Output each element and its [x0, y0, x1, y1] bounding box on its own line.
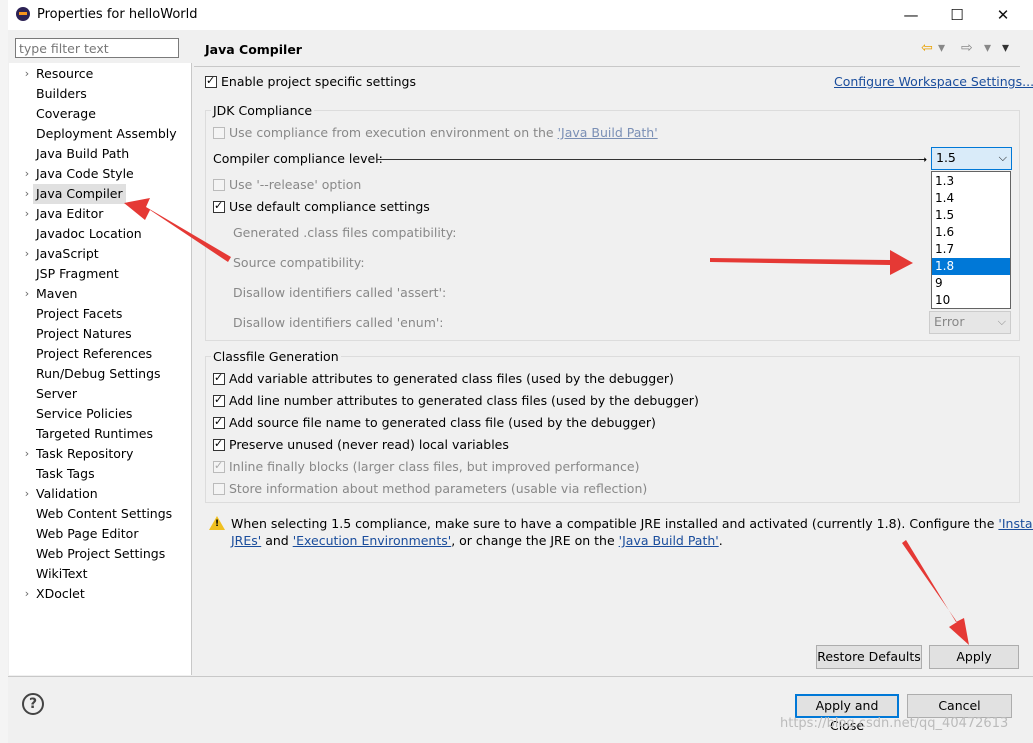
- arrow-to-dropdown: [710, 250, 913, 275]
- arrow-to-apply: [902, 540, 969, 645]
- annotation-arrows: [124, 198, 969, 645]
- arrow-to-java-compiler: [124, 198, 231, 262]
